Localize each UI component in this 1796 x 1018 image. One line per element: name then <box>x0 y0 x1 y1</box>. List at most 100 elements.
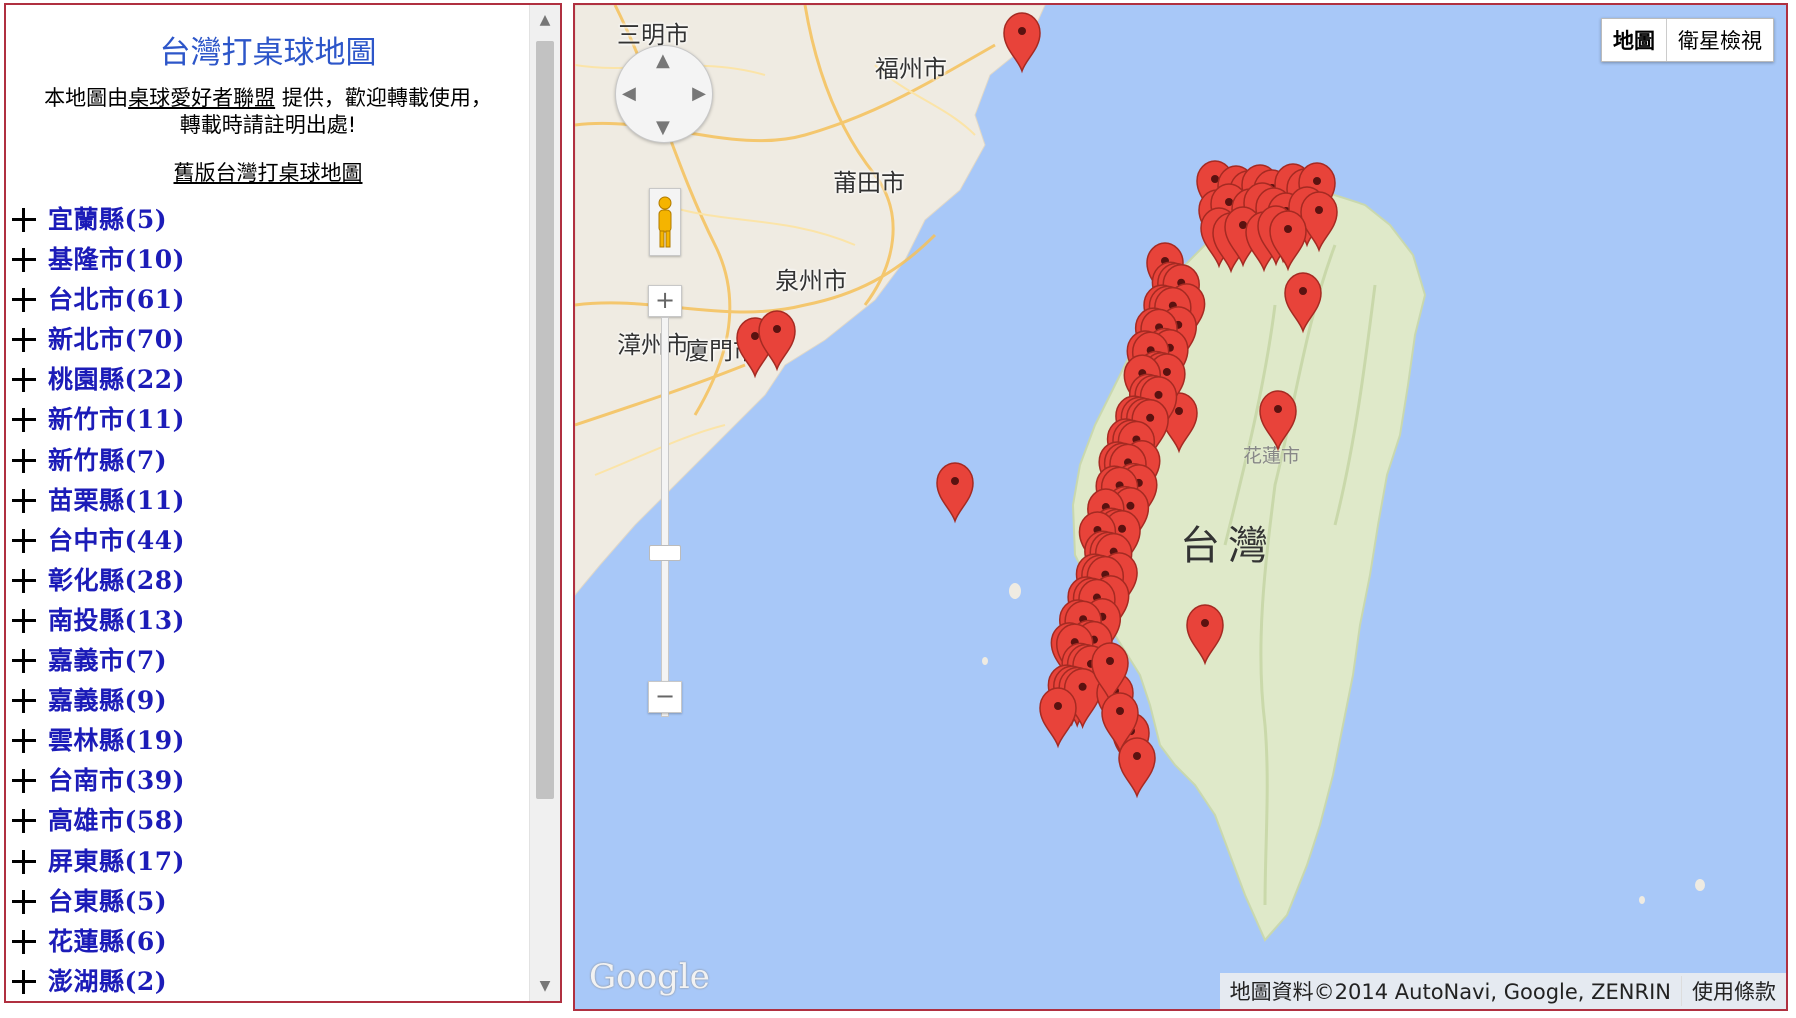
county-link[interactable]: 宜蘭縣(5) <box>48 205 167 235</box>
county-item: 新竹縣(7) <box>6 446 185 486</box>
expand-plus-icon[interactable] <box>12 889 36 914</box>
county-item: 雲林縣(19) <box>6 726 185 766</box>
expand-plus-icon[interactable] <box>12 729 36 754</box>
county-item: 台東縣(5) <box>6 887 185 927</box>
terms-link[interactable]: 使用條款 <box>1681 976 1786 1006</box>
expand-plus-icon[interactable] <box>12 488 36 513</box>
county-item: 嘉義縣(9) <box>6 686 185 726</box>
scrollbar-thumb[interactable] <box>536 41 554 799</box>
county-link[interactable]: 基隆市(10) <box>48 245 185 275</box>
expand-plus-icon[interactable] <box>12 809 36 834</box>
alliance-link[interactable]: 桌球愛好者聯盟 <box>128 86 275 110</box>
intro-suffix: 提供，歡迎轉載使用， <box>275 86 492 110</box>
map-attribution: 地圖資料©2014 AutoNavi, Google, ZENRIN 使用條款 <box>1219 973 1786 1009</box>
county-item: 高雄市(58) <box>6 806 185 846</box>
expand-plus-icon[interactable] <box>12 929 36 954</box>
pan-left-arrow-icon[interactable]: ◀ <box>622 83 636 104</box>
map-type-satellite-button[interactable]: 衛星檢視 <box>1667 19 1773 61</box>
location-marker-icon[interactable] <box>936 462 974 524</box>
expand-plus-icon[interactable] <box>12 368 36 393</box>
location-marker-icon[interactable] <box>1003 12 1041 74</box>
county-link[interactable]: 嘉義縣(9) <box>48 686 167 716</box>
attribution-text: 地圖資料©2014 AutoNavi, Google, ZENRIN <box>1229 980 1671 1004</box>
county-link[interactable]: 彰化縣(28) <box>48 566 185 596</box>
county-item: 新北市(70) <box>6 325 185 365</box>
county-item: 彰化縣(28) <box>6 566 185 606</box>
intro-prefix: 本地圖由 <box>44 86 129 110</box>
county-link[interactable]: 新北市(70) <box>48 325 185 355</box>
county-item: 台中市(44) <box>6 526 185 566</box>
expand-plus-icon[interactable] <box>12 568 36 593</box>
expand-plus-icon[interactable] <box>12 608 36 633</box>
location-marker-icon[interactable] <box>1284 272 1322 334</box>
expand-plus-icon[interactable] <box>12 689 36 714</box>
county-link[interactable]: 澎湖縣(2) <box>48 967 167 997</box>
intro-text: 本地圖由桌球愛好者聯盟 提供，歡迎轉載使用， 轉載時請註明出處! <box>10 85 526 139</box>
county-list: 宜蘭縣(5) 基隆市(10) 台北市(61) 新北市(70) 桃園縣(22) 新… <box>6 205 185 1001</box>
county-link[interactable]: 桃園縣(22) <box>48 365 185 395</box>
map-type-control: 地圖 衛星檢視 <box>1601 18 1774 62</box>
county-item: 宜蘭縣(5) <box>6 205 185 245</box>
expand-plus-icon[interactable] <box>12 528 36 553</box>
county-item: 屏東縣(17) <box>6 847 185 887</box>
expand-plus-icon[interactable] <box>12 649 36 674</box>
old-version-link[interactable]: 舊版台灣打桌球地圖 <box>6 157 530 187</box>
pan-right-arrow-icon[interactable]: ▶ <box>692 83 706 104</box>
pan-control[interactable]: ▲ ▼ ◀ ▶ <box>615 45 713 143</box>
google-logo: Google <box>589 957 710 997</box>
county-link[interactable]: 台東縣(5) <box>48 887 167 917</box>
zoom-slider-track[interactable] <box>661 317 669 717</box>
county-link[interactable]: 台南市(39) <box>48 766 185 796</box>
expand-plus-icon[interactable] <box>12 408 36 433</box>
county-link[interactable]: 屏東縣(17) <box>48 847 185 877</box>
county-link[interactable]: 台中市(44) <box>48 526 185 556</box>
county-item: 澎湖縣(2) <box>6 967 185 1001</box>
pegman-icon[interactable] <box>649 188 681 256</box>
pegman-figure-icon <box>658 196 672 248</box>
map-canvas[interactable]: 三明市 福州市 莆田市 泉州市 漳州市 廈門市 花蓮市 台灣 ▲ ▼ ◀ ▶ +… <box>573 3 1788 1011</box>
marker-layer <box>736 12 1338 799</box>
zoom-slider-thumb[interactable] <box>649 545 681 561</box>
expand-plus-icon[interactable] <box>12 328 36 353</box>
map-type-roadmap-button[interactable]: 地圖 <box>1602 19 1667 61</box>
county-item: 台北市(61) <box>6 285 185 325</box>
scroll-down-arrow-icon[interactable]: ▼ <box>530 971 560 1001</box>
zoom-in-button[interactable]: + <box>648 285 682 317</box>
county-link[interactable]: 雲林縣(19) <box>48 726 185 756</box>
expand-plus-icon[interactable] <box>12 248 36 273</box>
county-link[interactable]: 新竹縣(7) <box>48 446 167 476</box>
expand-plus-icon[interactable] <box>12 208 36 232</box>
expand-plus-icon[interactable] <box>12 288 36 313</box>
pan-up-arrow-icon[interactable]: ▲ <box>656 50 670 71</box>
county-link[interactable]: 花蓮縣(6) <box>48 927 167 957</box>
county-item: 南投縣(13) <box>6 606 185 646</box>
page-title: 台灣打桌球地圖 <box>159 35 377 71</box>
intro-line2: 轉載時請註明出處! <box>179 113 357 137</box>
sidebar-scrollbar[interactable]: ▲ ▼ <box>529 5 560 1001</box>
left-panel: 台灣打桌球地圖 本地圖由桌球愛好者聯盟 提供，歡迎轉載使用， 轉載時請註明出處!… <box>4 3 562 1003</box>
county-link[interactable]: 苗栗縣(11) <box>48 486 185 516</box>
county-item: 花蓮縣(6) <box>6 927 185 967</box>
county-link[interactable]: 南投縣(13) <box>48 606 185 636</box>
left-content: 台灣打桌球地圖 本地圖由桌球愛好者聯盟 提供，歡迎轉載使用， 轉載時請註明出處!… <box>6 5 530 1001</box>
county-item: 桃園縣(22) <box>6 365 185 405</box>
expand-plus-icon[interactable] <box>12 769 36 794</box>
county-link[interactable]: 高雄市(58) <box>48 806 185 836</box>
county-link[interactable]: 新竹市(11) <box>48 405 185 435</box>
county-item: 台南市(39) <box>6 766 185 806</box>
location-marker-icon[interactable] <box>1118 737 1156 799</box>
location-marker-icon[interactable] <box>1186 604 1224 666</box>
county-link[interactable]: 嘉義市(7) <box>48 646 167 676</box>
location-marker-icon[interactable] <box>1039 687 1077 749</box>
county-link[interactable]: 台北市(61) <box>48 285 185 315</box>
location-marker-icon[interactable] <box>1259 390 1297 452</box>
expand-plus-icon[interactable] <box>12 849 36 874</box>
zoom-out-button[interactable]: − <box>648 681 682 713</box>
scroll-up-arrow-icon[interactable]: ▲ <box>530 5 560 35</box>
expand-plus-icon[interactable] <box>12 969 36 994</box>
expand-plus-icon[interactable] <box>12 448 36 473</box>
county-item: 新竹市(11) <box>6 405 185 445</box>
county-item: 嘉義市(7) <box>6 646 185 686</box>
county-item: 基隆市(10) <box>6 245 185 285</box>
pan-down-arrow-icon[interactable]: ▼ <box>656 117 670 138</box>
